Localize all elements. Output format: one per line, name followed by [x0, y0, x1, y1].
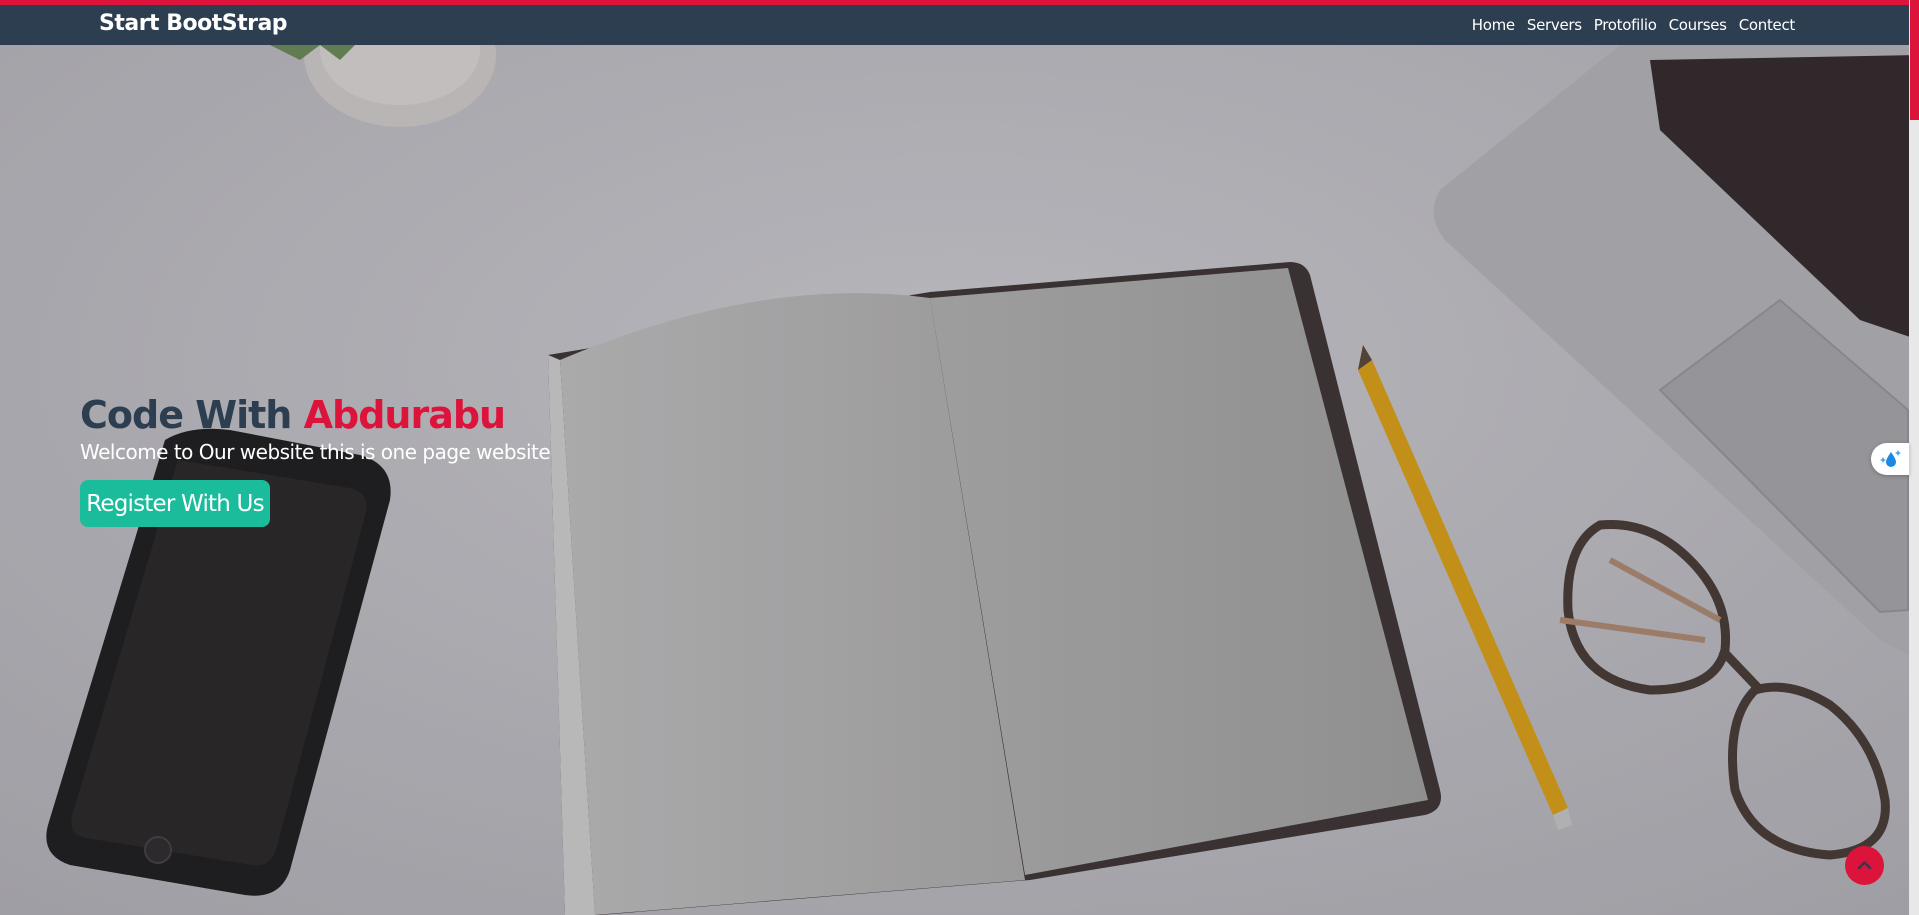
navbar-brand[interactable]: Start BootStrap: [99, 11, 288, 36]
side-widget-button[interactable]: [1871, 443, 1909, 475]
chevron-up-icon: [1857, 861, 1872, 870]
nav-link-contact[interactable]: Contect: [1733, 16, 1801, 34]
nav-links: Home Servers Protofilio Courses Contect: [1466, 16, 1801, 34]
hero-title-prefix: Code With: [80, 393, 304, 437]
register-button[interactable]: Register With Us: [80, 480, 270, 527]
scrollbar-track[interactable]: [1909, 0, 1919, 915]
navbar-accent-line: [0, 0, 1919, 5]
hero-title: Code With Abdurabu: [80, 393, 507, 437]
nav-link-courses[interactable]: Courses: [1663, 16, 1733, 34]
page: Start BootStrap Home Servers Protofilio …: [0, 0, 1919, 915]
navbar: Start BootStrap Home Servers Protofilio …: [0, 5, 1919, 45]
hero-title-accent: Abdurabu: [303, 393, 507, 437]
nav-link-servers[interactable]: Servers: [1521, 16, 1588, 34]
back-to-top-button[interactable]: [1845, 846, 1884, 885]
nav-link-portfolio[interactable]: Protofilio: [1588, 16, 1663, 34]
scrollbar-thumb[interactable]: [1910, 0, 1919, 120]
notebook: [548, 262, 1441, 915]
nav-link-home[interactable]: Home: [1466, 16, 1521, 34]
water-drop-sparkle-icon: [1880, 450, 1901, 467]
hero-subtitle: Welcome to Our website this is one page …: [80, 440, 551, 464]
